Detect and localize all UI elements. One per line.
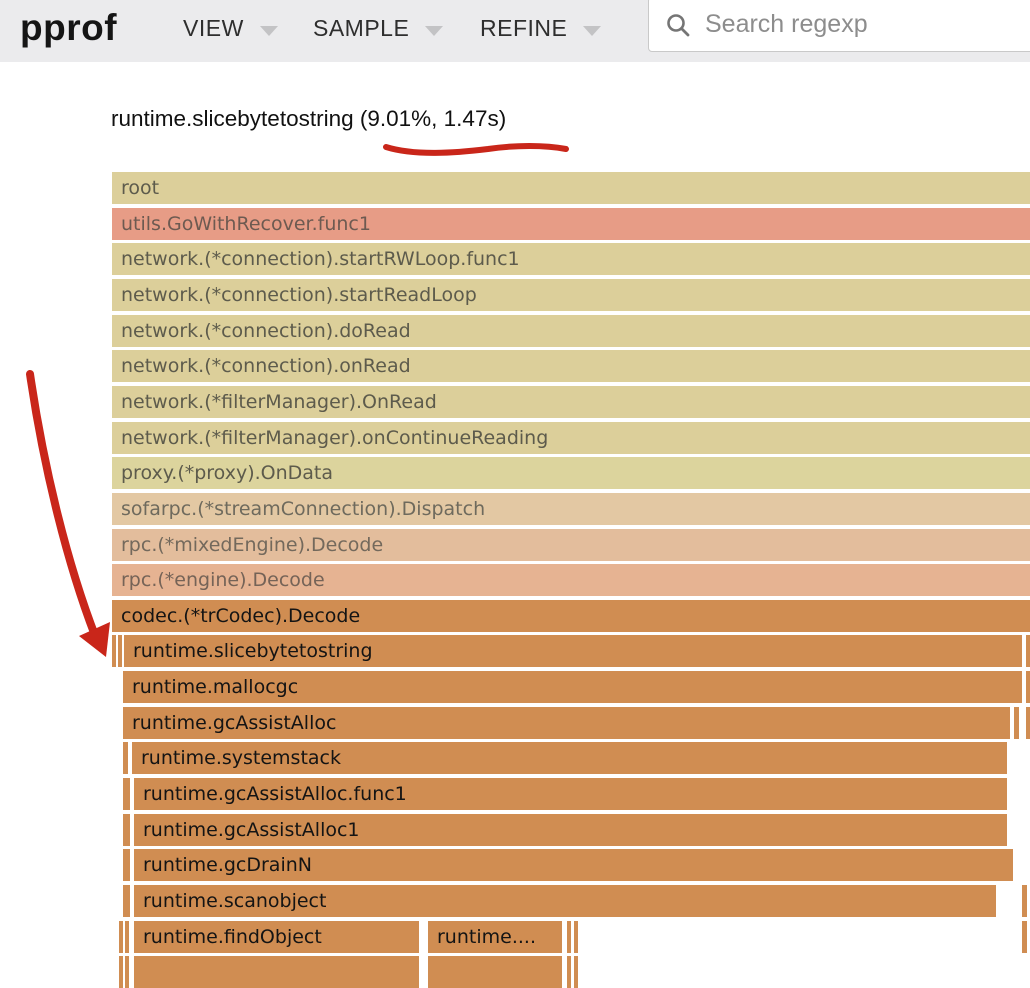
flame-frame-sliver[interactable] bbox=[125, 956, 129, 988]
flame-frame[interactable]: runtime.gcAssistAlloc1 bbox=[134, 814, 1007, 846]
flame-frame-sliver[interactable] bbox=[125, 921, 129, 953]
flame-frame-sliver[interactable] bbox=[123, 849, 130, 881]
flame-frame-sliver[interactable] bbox=[1026, 707, 1030, 739]
flame-frame[interactable]: network.(*connection).doRead bbox=[112, 315, 1030, 347]
flame-row: rpc.(*mixedEngine).Decode bbox=[0, 529, 1030, 561]
flame-frame[interactable]: proxy.(*proxy).OnData bbox=[112, 457, 1030, 489]
flame-row: utils.GoWithRecover.func1 bbox=[0, 208, 1030, 240]
flame-frame-sliver[interactable] bbox=[1014, 707, 1019, 739]
flame-frame[interactable]: network.(*filterManager).onContinueReadi… bbox=[112, 422, 1030, 454]
flame-frame-sliver[interactable] bbox=[574, 956, 578, 988]
flame-frame[interactable]: runtime.gcDrainN bbox=[134, 849, 1013, 881]
flame-row bbox=[0, 956, 1030, 988]
flame-frame[interactable]: runtime.mallocgc bbox=[123, 671, 1022, 703]
flame-frame[interactable]: runtime.findObject bbox=[134, 921, 419, 953]
flame-row: network.(*connection).onRead bbox=[0, 350, 1030, 382]
flame-frame-sliver[interactable] bbox=[134, 956, 419, 988]
flame-frame-sliver[interactable] bbox=[1026, 635, 1030, 667]
flame-frame[interactable]: root bbox=[112, 172, 1030, 204]
flame-row: root bbox=[0, 172, 1030, 204]
flame-frame[interactable]: sofarpc.(*streamConnection).Dispatch bbox=[112, 493, 1030, 525]
flame-frame[interactable]: runtime.slicebytetostring bbox=[124, 635, 1022, 667]
flame-row: sofarpc.(*streamConnection).Dispatch bbox=[0, 493, 1030, 525]
flame-row: runtime.gcDrainN bbox=[0, 849, 1030, 881]
flame-frame-sliver[interactable] bbox=[119, 921, 123, 953]
flame-frame-sliver[interactable] bbox=[574, 921, 578, 953]
flame-row: runtime.gcAssistAlloc bbox=[0, 707, 1030, 739]
flame-frame[interactable]: utils.GoWithRecover.func1 bbox=[112, 208, 1030, 240]
flame-frame[interactable]: runtime.scanobject bbox=[134, 885, 996, 917]
flame-row: runtime.systemstack bbox=[0, 742, 1030, 774]
flame-row: network.(*connection).doRead bbox=[0, 315, 1030, 347]
flamegraph: rootutils.GoWithRecover.func1network.(*c… bbox=[0, 0, 1030, 962]
flame-row: codec.(*trCodec).Decode bbox=[0, 600, 1030, 632]
flame-row: runtime.scanobject bbox=[0, 885, 1030, 917]
flame-frame-sliver[interactable] bbox=[112, 635, 116, 667]
flame-frame-sliver[interactable] bbox=[123, 885, 130, 917]
flame-row: network.(*filterManager).onContinueReadi… bbox=[0, 422, 1030, 454]
flame-frame-sliver[interactable] bbox=[567, 956, 571, 988]
flame-frame[interactable]: network.(*connection).startReadLoop bbox=[112, 279, 1030, 311]
flame-row: runtime.gcAssistAlloc.func1 bbox=[0, 778, 1030, 810]
flame-frame[interactable]: rpc.(*mixedEngine).Decode bbox=[112, 529, 1030, 561]
flame-frame-sliver[interactable] bbox=[123, 778, 130, 810]
flame-row: runtime.findObject runtime.... bbox=[0, 921, 1030, 953]
flame-frame-sliver[interactable] bbox=[1022, 885, 1027, 917]
flame-row: network.(*connection).startRWLoop.func1 bbox=[0, 243, 1030, 275]
flame-frame-sliver[interactable] bbox=[1026, 671, 1030, 703]
flame-frame[interactable]: runtime.systemstack bbox=[132, 742, 1007, 774]
flame-row: proxy.(*proxy).OnData bbox=[0, 457, 1030, 489]
flame-frame-sliver[interactable] bbox=[118, 635, 122, 667]
flame-frame[interactable]: runtime.gcAssistAlloc.func1 bbox=[134, 778, 1007, 810]
flame-row: runtime.gcAssistAlloc1 bbox=[0, 814, 1030, 846]
flame-frame-sliver[interactable] bbox=[1022, 921, 1027, 953]
flame-frame[interactable]: network.(*connection).onRead bbox=[112, 350, 1030, 382]
flame-row: network.(*filterManager).OnRead bbox=[0, 386, 1030, 418]
flame-frame-sliver[interactable] bbox=[123, 742, 128, 774]
flame-frame[interactable]: runtime.... bbox=[428, 921, 562, 953]
flame-frame[interactable]: network.(*connection).startRWLoop.func1 bbox=[112, 243, 1030, 275]
flame-frame-sliver[interactable] bbox=[119, 956, 123, 988]
flame-frame[interactable]: codec.(*trCodec).Decode bbox=[112, 600, 1030, 632]
flame-frame-sliver[interactable] bbox=[567, 921, 571, 953]
flame-frame-sliver[interactable] bbox=[428, 956, 562, 988]
flame-frame[interactable]: runtime.gcAssistAlloc bbox=[123, 707, 1010, 739]
flame-frame[interactable]: rpc.(*engine).Decode bbox=[112, 564, 1030, 596]
flame-row: rpc.(*engine).Decode bbox=[0, 564, 1030, 596]
flame-row: runtime.mallocgc bbox=[0, 671, 1030, 703]
flame-frame-sliver[interactable] bbox=[123, 814, 130, 846]
flame-row: runtime.slicebytetostring bbox=[0, 635, 1030, 667]
flame-frame[interactable]: network.(*filterManager).OnRead bbox=[112, 386, 1030, 418]
flame-row: network.(*connection).startReadLoop bbox=[0, 279, 1030, 311]
